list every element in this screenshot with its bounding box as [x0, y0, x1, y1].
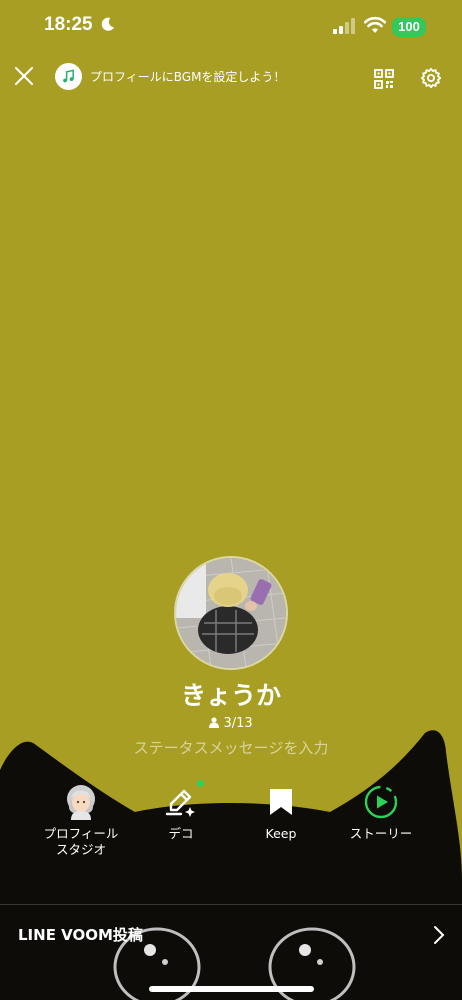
story-label: ストーリー: [349, 826, 413, 841]
deco-button[interactable]: デコ: [131, 780, 231, 842]
person-icon: [209, 717, 220, 728]
wifi-icon: [364, 16, 386, 33]
bgm-prompt-link[interactable]: プロフィールにBGMを設定しよう！: [90, 68, 285, 85]
followers-count: 3/13: [223, 716, 253, 731]
story-play-icon: [364, 785, 398, 819]
gear-icon[interactable]: [420, 67, 442, 89]
bookmark-icon: [270, 789, 292, 815]
avatar-photo: [176, 558, 286, 668]
story-button[interactable]: ストーリー: [331, 782, 431, 842]
chevron-right-icon[interactable]: [433, 925, 445, 945]
profile-studio-button[interactable]: プロフィール スタジオ: [31, 782, 131, 858]
profile-screen: 18:25 100 プロフィールにBGMを設定しよう！ きょうか 3/13 ステ…: [0, 0, 462, 1000]
battery-badge: 100: [392, 17, 426, 37]
line-voom-posts-link[interactable]: LINE VOOM投稿: [18, 924, 143, 945]
keep-button[interactable]: Keep: [231, 782, 331, 842]
status-message-input[interactable]: ステータスメッセージを入力: [0, 737, 462, 758]
moon-icon: [101, 17, 115, 31]
avatar-studio-icon: [67, 785, 95, 820]
keep-label: Keep: [265, 826, 297, 841]
home-indicator[interactable]: [149, 986, 314, 992]
profile-studio-label: プロフィール スタジオ: [43, 826, 119, 857]
deco-pencil-icon: [165, 789, 195, 817]
deco-label: デコ: [168, 826, 194, 841]
close-button[interactable]: [12, 64, 36, 88]
qr-code-icon[interactable]: [374, 69, 394, 89]
divider: [0, 904, 462, 905]
signal-icon: [333, 18, 355, 34]
music-note-icon[interactable]: [55, 63, 82, 90]
profile-name: きょうか: [180, 681, 281, 710]
new-badge-dot: [197, 780, 204, 787]
status-time: 18:25: [44, 14, 93, 35]
profile-avatar[interactable]: [174, 556, 288, 670]
followers-row[interactable]: 3/13: [0, 716, 462, 731]
